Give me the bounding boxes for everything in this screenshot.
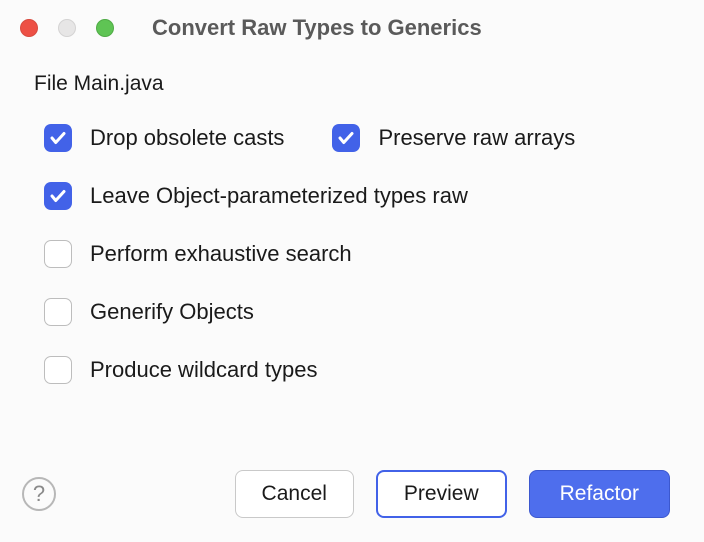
checkbox-label: Leave Object-parameterized types raw — [90, 183, 468, 209]
window-controls — [20, 19, 114, 37]
action-buttons: Cancel Preview Refactor — [235, 470, 670, 518]
target-file-label: File Main.java — [34, 72, 670, 96]
checkbox-label: Drop obsolete casts — [90, 125, 284, 151]
checkbox-produce-wildcard-types[interactable]: Produce wildcard types — [44, 356, 670, 384]
checkbox-leave-object-parameterized[interactable]: Leave Object-parameterized types raw — [44, 182, 670, 210]
preview-button[interactable]: Preview — [376, 470, 507, 518]
checkbox-label: Produce wildcard types — [90, 357, 317, 383]
options-row-1: Drop obsolete casts Preserve raw arrays — [44, 124, 670, 152]
checkbox-perform-exhaustive-search[interactable]: Perform exhaustive search — [44, 240, 670, 268]
checkbox-icon — [332, 124, 360, 152]
zoom-window-icon[interactable] — [96, 19, 114, 37]
checkbox-icon — [44, 240, 72, 268]
checkbox-icon — [44, 356, 72, 384]
checkbox-icon — [44, 124, 72, 152]
checkbox-label: Preserve raw arrays — [378, 125, 575, 151]
checkbox-label: Perform exhaustive search — [90, 241, 352, 267]
help-button[interactable]: ? — [22, 477, 56, 511]
checkbox-label: Generify Objects — [90, 299, 254, 325]
dialog-footer: ? Cancel Preview Refactor — [0, 470, 704, 518]
dialog-content: File Main.java Drop obsolete casts Prese… — [0, 56, 704, 384]
checkbox-generify-objects[interactable]: Generify Objects — [44, 298, 670, 326]
minimize-window-icon[interactable] — [58, 19, 76, 37]
window-title: Convert Raw Types to Generics — [152, 15, 482, 41]
checkbox-icon — [44, 182, 72, 210]
checkbox-preserve-raw-arrays[interactable]: Preserve raw arrays — [332, 124, 575, 152]
close-window-icon[interactable] — [20, 19, 38, 37]
refactor-button[interactable]: Refactor — [529, 470, 670, 518]
cancel-button[interactable]: Cancel — [235, 470, 354, 518]
titlebar: Convert Raw Types to Generics — [0, 0, 704, 56]
options-group: Drop obsolete casts Preserve raw arrays … — [44, 124, 670, 384]
checkbox-drop-obsolete-casts[interactable]: Drop obsolete casts — [44, 124, 284, 152]
help-icon: ? — [33, 481, 45, 507]
checkbox-icon — [44, 298, 72, 326]
